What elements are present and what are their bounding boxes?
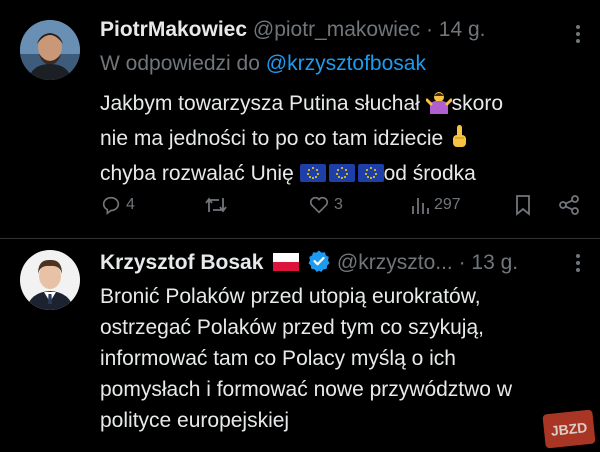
- retweet-icon: [205, 197, 227, 213]
- timestamp[interactable]: · 13 g.: [459, 251, 519, 274]
- reply-context: W odpowiedzi do @krzysztofbosak: [100, 50, 426, 78]
- text-line-3b: od środka: [383, 162, 476, 185]
- eu-flag-emoji-icon: [299, 162, 384, 193]
- avatar-piotr[interactable]: [20, 20, 80, 80]
- handle[interactable]: @krzyszto...: [337, 251, 453, 274]
- shrug-emoji-icon: [425, 90, 453, 123]
- share-button[interactable]: [558, 190, 580, 220]
- views-chart-icon: [412, 198, 429, 214]
- reply-to-link[interactable]: @krzysztofbosak: [266, 52, 426, 75]
- watermark-logo: JBZD: [542, 409, 596, 449]
- text-line: informować tam co Polacy myślą o ich: [100, 347, 456, 370]
- handle[interactable]: @piotr_makowiec: [253, 18, 420, 41]
- heart-icon: [309, 196, 329, 214]
- tweet-header: PiotrMakowiec @piotr_makowiec · 14 g.: [100, 16, 486, 44]
- reply-prefix: W odpowiedzi do: [100, 52, 260, 75]
- text-line: ostrzegać Polaków przed tym co szykują,: [100, 316, 484, 339]
- more-options-icon[interactable]: [568, 251, 588, 275]
- tweet-text: Jakbym towarzysza Putina słuchał skoro n…: [100, 88, 503, 193]
- share-icon: [559, 195, 579, 215]
- tweet-text: Bronić Polaków przed utopią eurokratów, …: [100, 281, 512, 436]
- text-line: polityce europejskiej: [100, 409, 290, 432]
- bookmark-button[interactable]: [514, 190, 532, 220]
- text-line-2: nie ma jedności to po co tam idziecie: [100, 127, 450, 150]
- bookmark-icon: [516, 195, 530, 216]
- poland-flag-icon: [273, 251, 300, 279]
- timestamp[interactable]: · 14 g.: [426, 18, 486, 41]
- text-line: Bronić Polaków przed utopią eurokratów,: [100, 285, 481, 308]
- tweet-piotr[interactable]: PiotrMakowiec @piotr_makowiec · 14 g. W …: [0, 0, 600, 238]
- pointing-up-emoji-icon: [449, 123, 469, 158]
- text-line-3a: chyba rozwalać Unię: [100, 162, 300, 185]
- reply-icon: [102, 196, 120, 215]
- display-name[interactable]: Krzysztof Bosak: [100, 251, 263, 274]
- text-line-1a: Jakbym towarzysza Putina słuchał: [100, 92, 426, 115]
- like-count: 3: [334, 196, 343, 213]
- reply-count: 4: [126, 196, 135, 213]
- like-button[interactable]: 3: [308, 190, 343, 220]
- view-count: 297: [434, 196, 461, 213]
- avatar-bosak[interactable]: [20, 250, 80, 310]
- tweet-bosak[interactable]: Krzysztof Bosak @krzyszto... · 13 g. Bro…: [0, 239, 600, 452]
- tweet-actions: 4 3 297: [100, 190, 590, 220]
- reply-button[interactable]: 4: [100, 190, 135, 220]
- verified-badge-icon: [307, 249, 331, 281]
- display-name[interactable]: PiotrMakowiec: [100, 18, 247, 41]
- watermark-text: JBZD: [549, 419, 589, 439]
- views-button[interactable]: 297: [410, 190, 461, 220]
- more-options-icon[interactable]: [568, 22, 588, 46]
- retweet-button[interactable]: [204, 190, 232, 220]
- tweet-header: Krzysztof Bosak @krzyszto... · 13 g.: [100, 249, 518, 281]
- text-line: pomysłach i formować nowe przywództwo w: [100, 378, 512, 401]
- text-line-1b: skoro: [451, 92, 503, 115]
